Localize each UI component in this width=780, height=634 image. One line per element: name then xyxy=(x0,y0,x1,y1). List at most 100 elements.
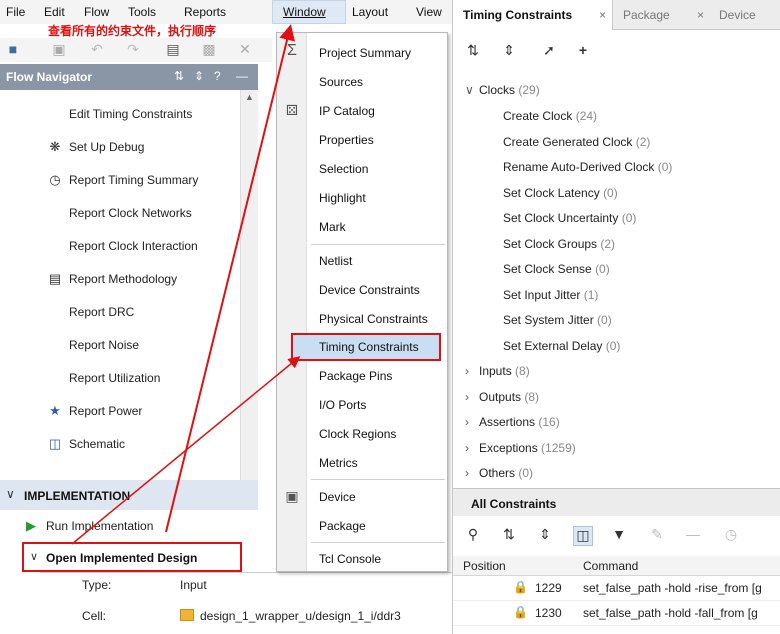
group-icon[interactable]: ◫ xyxy=(573,526,593,546)
nav-report-noise[interactable]: Report Noise xyxy=(0,329,240,361)
menu-tools[interactable]: Tools xyxy=(128,5,156,19)
tree-label: Exceptions xyxy=(479,441,538,455)
tab-package[interactable]: Package × xyxy=(613,0,709,30)
nav-schematic[interactable]: ◫ Schematic xyxy=(0,428,240,460)
redo-icon[interactable]: ↷ xyxy=(124,41,142,59)
tree-group-clocks[interactable]: ∨ Clocks (29) xyxy=(465,83,540,108)
menu-item-netlist[interactable]: Netlist xyxy=(277,247,447,275)
expand-all-icon[interactable]: ⇕ xyxy=(194,69,204,83)
minimize-icon[interactable]: — xyxy=(236,69,248,83)
menu-item-device[interactable]: ▣ Device xyxy=(277,483,447,511)
tree-group-inputs[interactable]: › Inputs (8) xyxy=(465,364,530,389)
collapse-all-icon[interactable]: ⇅ xyxy=(463,42,483,62)
tree-item[interactable]: Set System Jitter (0) xyxy=(503,313,612,338)
save-icon[interactable]: ▣ xyxy=(50,41,68,59)
table-row[interactable]: 🔒 1229 set_false_path -hold -rise_from [… xyxy=(453,576,780,601)
close-icon[interactable]: × xyxy=(697,8,704,22)
search-icon[interactable]: ⚲ xyxy=(463,526,483,546)
tree-item[interactable]: Create Generated Clock (2) xyxy=(503,135,650,160)
tree-item[interactable]: Rename Auto-Derived Clock (0) xyxy=(503,160,672,185)
menu-item-project-summary[interactable]: Σ Project Summary xyxy=(277,39,447,67)
menu-item-highlight[interactable]: Highlight xyxy=(277,184,447,212)
table-row[interactable]: 🔒 1230 set_false_path -hold -fall_from [… xyxy=(453,601,780,626)
tab-timing-constraints[interactable]: Timing Constraints × xyxy=(453,0,613,30)
document-icon[interactable]: ▤ xyxy=(164,41,182,59)
collapse-all-icon[interactable]: ⇅ xyxy=(174,69,184,83)
tree-group-assertions[interactable]: › Assertions (16) xyxy=(465,415,560,440)
implementation-section-header[interactable]: ∨ IMPLEMENTATION xyxy=(0,480,258,510)
filter-icon[interactable]: ▼ xyxy=(609,526,629,546)
nav-set-up-debug[interactable]: ❋ Set Up Debug xyxy=(0,131,240,163)
tree-label: Create Generated Clock xyxy=(503,135,633,149)
nav-report-power[interactable]: ★ Report Power xyxy=(0,395,240,427)
tree-item[interactable]: Set Input Jitter (1) xyxy=(503,288,598,313)
scroll-up-icon[interactable]: ▲ xyxy=(245,92,254,102)
open-folder-icon[interactable]: ■ xyxy=(4,41,22,59)
property-cell-value[interactable]: design_1_wrapper_u/design_1_i/ddr3 xyxy=(200,609,401,623)
tree-item[interactable]: Set Clock Uncertainty (0) xyxy=(503,211,636,236)
menu-window[interactable]: Window xyxy=(272,0,346,24)
menu-edit[interactable]: Edit xyxy=(44,5,65,19)
annotation-text: 查看所有的约束文件，执行顺序 xyxy=(48,24,217,38)
tree-item[interactable]: Create Clock (24) xyxy=(503,109,597,134)
menu-item-physical-constraints[interactable]: Physical Constraints xyxy=(277,305,447,333)
nav-item-label: Report Utilization xyxy=(69,371,161,385)
tree-item[interactable]: Set Clock Groups (2) xyxy=(503,237,615,262)
nav-report-utilization[interactable]: Report Utilization xyxy=(0,362,240,394)
close-icon[interactable]: × xyxy=(599,8,606,22)
menu-item-ip-catalog[interactable]: ⚄ IP Catalog xyxy=(277,97,447,125)
nav-report-timing-summary[interactable]: ◷ Report Timing Summary xyxy=(0,164,240,196)
add-icon[interactable]: + xyxy=(573,42,593,62)
tree-group-others[interactable]: › Others (0) xyxy=(465,466,533,480)
nav-report-clock-interaction[interactable]: Report Clock Interaction xyxy=(0,230,240,262)
menu-item-label: Mark xyxy=(319,220,346,234)
tab-device[interactable]: Device xyxy=(709,0,780,30)
column-header-position[interactable]: Position xyxy=(463,559,506,573)
menu-item-package[interactable]: Package xyxy=(277,512,447,540)
nav-report-clock-networks[interactable]: Report Clock Networks xyxy=(0,197,240,229)
remove-icon[interactable]: — xyxy=(683,526,703,546)
flow-navigator-scrollbar[interactable]: ▲ xyxy=(240,90,258,490)
help-icon[interactable]: ? xyxy=(214,69,221,83)
menu-file[interactable]: File xyxy=(6,5,25,19)
expand-all-icon[interactable]: ⇕ xyxy=(499,42,519,62)
menu-item-selection[interactable]: Selection xyxy=(277,155,447,183)
menu-item-sources[interactable]: Sources xyxy=(277,68,447,96)
nav-report-drc[interactable]: Report DRC xyxy=(0,296,240,328)
close-icon[interactable]: ✕ xyxy=(236,41,254,59)
expand-all-icon[interactable]: ⇕ xyxy=(535,526,555,546)
menu-item-metrics[interactable]: Metrics xyxy=(277,449,447,477)
collapse-all-icon[interactable]: ⇅ xyxy=(499,526,519,546)
menu-item-label: Physical Constraints xyxy=(319,312,428,326)
tree-item[interactable]: Set Clock Latency (0) xyxy=(503,186,618,211)
nav-report-methodology[interactable]: ▤ Report Methodology xyxy=(0,263,240,295)
menu-layout[interactable]: Layout xyxy=(352,5,388,19)
menu-item-io-ports[interactable]: I/O Ports xyxy=(277,391,447,419)
tree-group-exceptions[interactable]: › Exceptions (1259) xyxy=(465,441,576,466)
menu-item-device-constraints[interactable]: Device Constraints xyxy=(277,276,447,304)
copy-icon[interactable]: ▩ xyxy=(200,41,218,59)
run-implementation-item[interactable]: ▶ Run Implementation xyxy=(0,512,258,540)
undo-icon[interactable]: ↶ xyxy=(88,41,106,59)
menu-flow[interactable]: Flow xyxy=(84,5,109,19)
menu-item-tcl-console[interactable]: Tcl Console xyxy=(277,545,447,573)
nav-edit-timing-constraints[interactable]: Edit Timing Constraints xyxy=(0,98,240,130)
menu-item-timing-constraints[interactable]: Timing Constraints xyxy=(291,333,441,361)
pin-icon[interactable]: ➚ xyxy=(539,42,559,62)
timer-icon[interactable]: ◷ xyxy=(721,526,741,546)
tree-count: (2) xyxy=(635,135,651,149)
menu-item-mark[interactable]: Mark xyxy=(277,213,447,241)
open-implemented-design-item[interactable]: ∨ Open Implemented Design xyxy=(22,542,242,572)
menu-item-properties[interactable]: Properties xyxy=(277,126,447,154)
menu-item-package-pins[interactable]: Package Pins xyxy=(277,362,447,390)
tree-item[interactable]: Set External Delay (0) xyxy=(503,339,620,364)
menu-view[interactable]: View xyxy=(416,5,442,19)
edit-icon[interactable]: ✎ xyxy=(647,526,667,546)
column-header-command[interactable]: Command xyxy=(583,559,638,573)
menu-reports[interactable]: Reports xyxy=(184,5,226,19)
tree-item[interactable]: Set Clock Sense (0) xyxy=(503,262,610,287)
tree-group-outputs[interactable]: › Outputs (8) xyxy=(465,390,539,415)
tab-label: Device xyxy=(719,8,756,22)
menu-item-clock-regions[interactable]: Clock Regions xyxy=(277,420,447,448)
tree-count: (0) xyxy=(603,186,618,200)
